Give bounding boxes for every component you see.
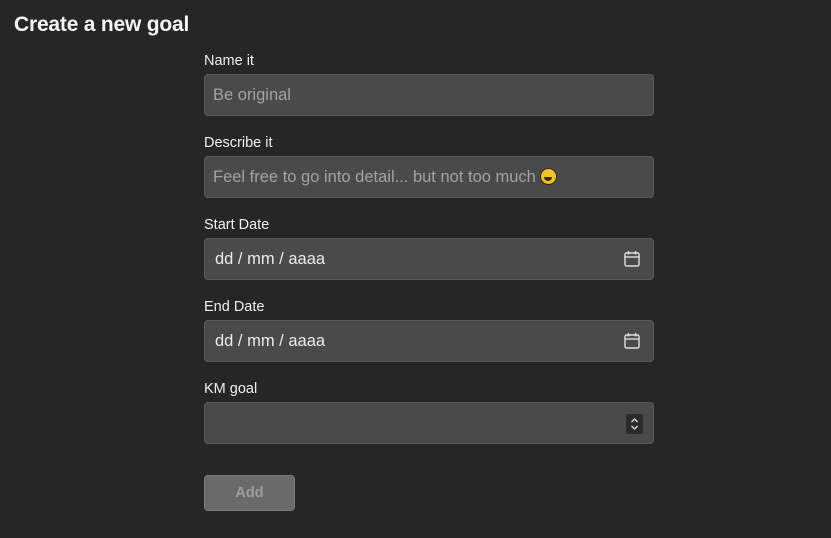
name-field-group: Name it [204,52,654,116]
name-label: Name it [204,53,254,69]
create-goal-page: Create a new goal Name it Describe it Fe… [0,0,831,538]
end-date-label: End Date [204,299,265,315]
description-field-group: Describe it Feel free to go into detail.… [204,134,654,198]
end-date-value: dd / mm / aaaa [215,331,326,350]
km-goal-field[interactable] [205,403,653,443]
km-goal-label: KM goal [204,381,258,397]
description-input[interactable]: Feel free to go into detail... but not t… [204,156,654,198]
goal-form: Name it Describe it Feel free to go into… [204,52,654,444]
add-button[interactable]: Add [204,475,295,511]
description-placeholder: Feel free to go into detail... but not t… [205,167,557,187]
end-date-field-group: End Date dd / mm / aaaa [204,298,654,362]
km-goal-field-group: KM goal [204,380,654,444]
name-input[interactable] [205,75,653,115]
start-date-label: Start Date [204,217,270,233]
calendar-icon[interactable] [624,332,640,350]
start-date-field-group: Start Date dd / mm / aaaa [204,216,654,280]
start-date-value: dd / mm / aaaa [215,249,326,268]
description-placeholder-text: Feel free to go into detail... but not t… [213,167,536,186]
page-title: Create a new goal [14,13,190,36]
km-goal-input[interactable] [204,402,654,444]
laughing-emoji-icon [539,167,557,185]
calendar-icon[interactable] [624,250,640,268]
start-date-input[interactable]: dd / mm / aaaa [204,238,654,280]
name-input-box [204,74,654,116]
spinner-icon[interactable] [626,414,643,434]
description-label: Describe it [204,135,273,151]
end-date-input[interactable]: dd / mm / aaaa [204,320,654,362]
